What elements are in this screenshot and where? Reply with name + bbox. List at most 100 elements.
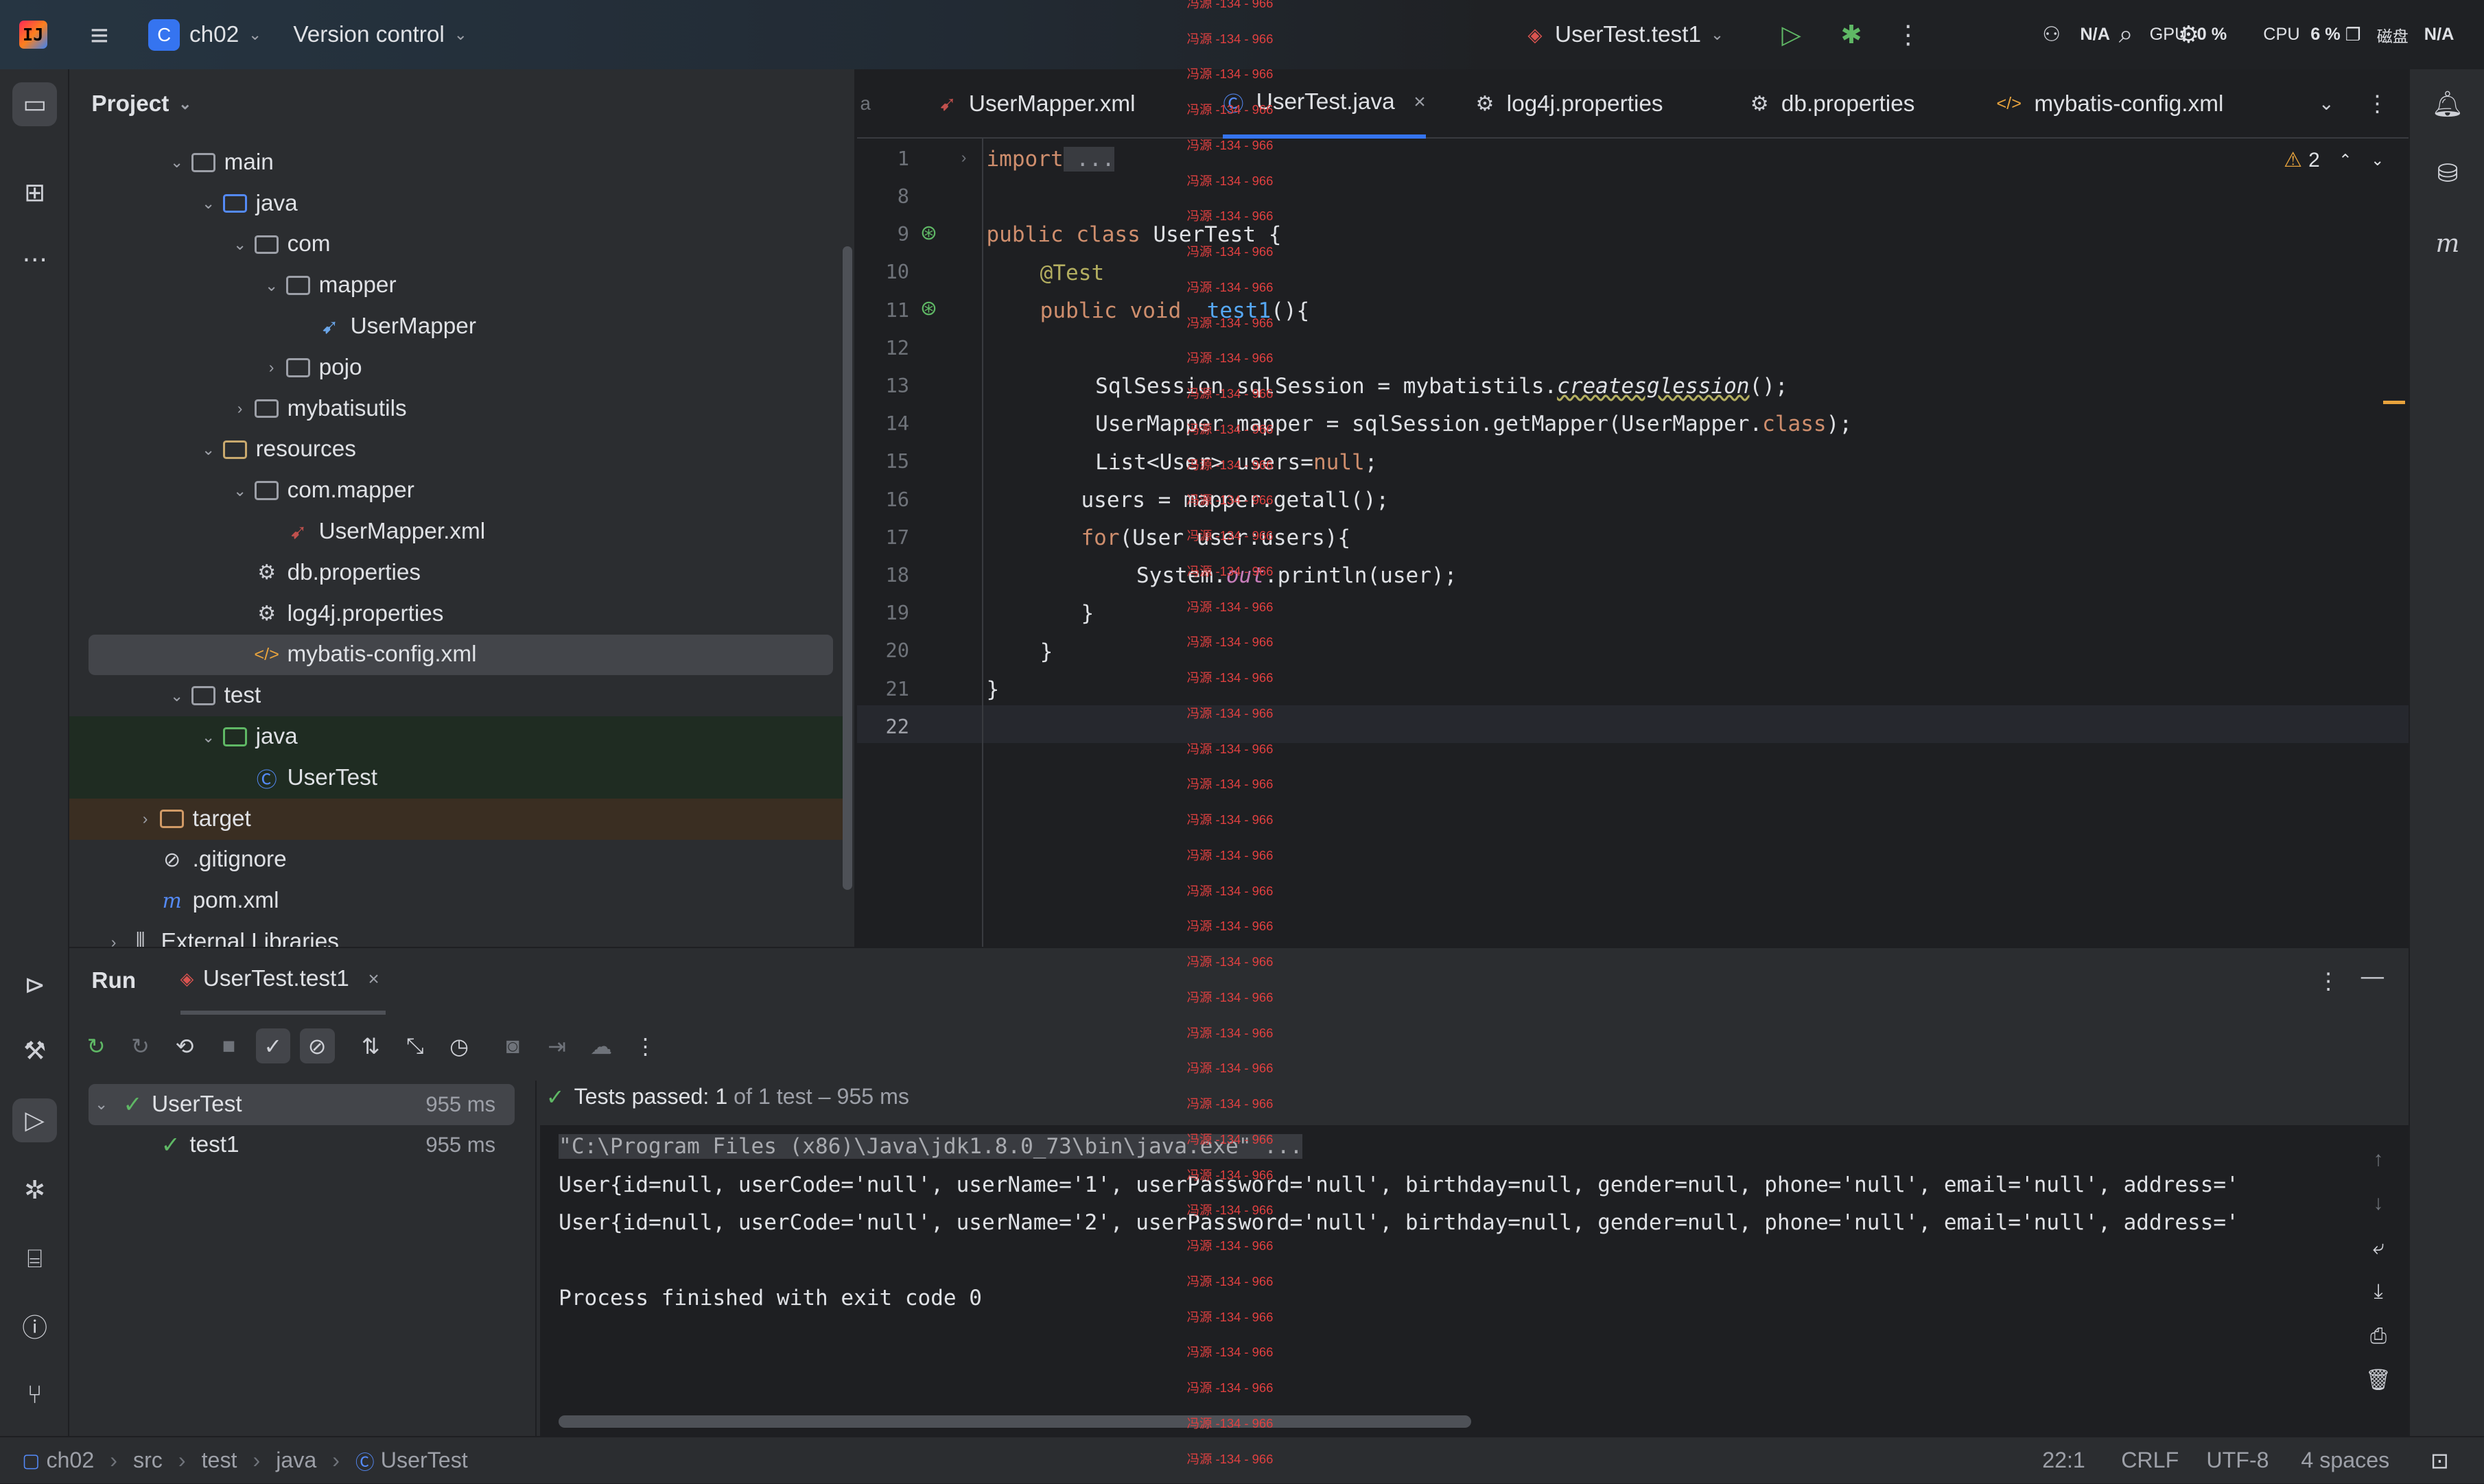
chevron-down-icon[interactable]: ⌄ xyxy=(164,153,189,172)
maven-icon[interactable]: m xyxy=(2426,221,2470,265)
tree-item[interactable]: m pom.xml xyxy=(69,880,852,921)
search-icon[interactable]: ⌕ xyxy=(2109,17,2144,52)
structure-icon[interactable]: ⊞ xyxy=(12,170,56,214)
tree-item[interactable]: ⌄ main xyxy=(69,142,852,183)
console-hscrollbar[interactable] xyxy=(559,1415,1471,1428)
tree-item[interactable]: ⊘ .gitignore xyxy=(69,840,852,881)
tree-item[interactable]: › mybatisutils xyxy=(69,388,852,429)
database-icon[interactable]: ⛁ xyxy=(2426,152,2470,196)
collapse-icon[interactable]: ⤡ xyxy=(398,1028,433,1063)
tree-item[interactable]: ⌄ mapper xyxy=(69,265,852,306)
debug-icon[interactable]: ✱ xyxy=(1834,17,1869,52)
run-tool-icon[interactable]: ▷ xyxy=(12,1098,57,1143)
run-icon[interactable]: ▷ xyxy=(1774,17,1809,52)
inspection-widget[interactable]: ⚠ 2 ⌃ ⌄ xyxy=(2284,148,2384,172)
indent-setting[interactable]: 4 spaces xyxy=(2301,1448,2389,1473)
editor-tab[interactable]: ➹ UserMapper.xml xyxy=(939,69,1135,139)
tree-item[interactable]: ➹ UserMapper.xml xyxy=(69,511,852,552)
editor-tab[interactable]: ⚙ log4j.properties xyxy=(1475,69,1663,139)
chevron-down-icon[interactable]: ⌄ xyxy=(2371,151,2384,169)
camera-icon[interactable]: ◙ xyxy=(495,1028,530,1063)
breadcrumb-item[interactable]: UserTest xyxy=(381,1448,468,1473)
more-icon[interactable]: ⋮ xyxy=(628,1028,663,1063)
caret-position[interactable]: 22:1 xyxy=(2042,1448,2085,1473)
close-icon[interactable]: × xyxy=(368,968,379,990)
tree-item[interactable]: ⌄ com.mapper xyxy=(69,470,852,511)
rerun-icon[interactable]: ↻ xyxy=(79,1028,114,1063)
editor-tab[interactable]: </> mybatis-config.xml xyxy=(1996,69,2223,139)
line-separator[interactable]: CRLF xyxy=(2121,1448,2179,1473)
chevron-down-icon[interactable]: ⌄ xyxy=(95,1095,123,1114)
project-panel-header[interactable]: Project ⌄ xyxy=(69,69,854,139)
run-config-selector[interactable]: ◈ UserTest.test1 ⌄ xyxy=(1527,22,1724,48)
chevron-down-icon[interactable]: ⌄ xyxy=(196,728,221,746)
print-icon[interactable]: ⎙ xyxy=(2361,1315,2396,1358)
export-icon[interactable]: ⇥ xyxy=(539,1028,574,1063)
toggle-auto-test-icon[interactable]: ⟲ xyxy=(167,1028,202,1063)
chevron-down-icon[interactable]: ⌄ xyxy=(227,482,253,500)
file-encoding[interactable]: UTF-8 xyxy=(2206,1448,2269,1473)
minimize-icon[interactable]: — xyxy=(2361,964,2384,990)
run-test-gutter-icon[interactable]: ⊛ xyxy=(920,221,937,245)
down-arrow-icon[interactable]: ↓ xyxy=(2361,1181,2396,1225)
more-actions-icon[interactable]: ⋮ xyxy=(1890,17,1925,52)
chevron-down-icon[interactable]: ⌄ xyxy=(227,235,253,254)
vcs-menu[interactable]: Version control ⌄ xyxy=(293,22,467,48)
up-arrow-icon[interactable]: ↑ xyxy=(2361,1138,2396,1181)
close-icon[interactable]: × xyxy=(1414,91,1425,114)
sort-icon[interactable]: ⇅ xyxy=(353,1028,388,1063)
coverage-icon[interactable]: ☁ xyxy=(584,1028,619,1063)
chevron-right-icon[interactable]: › xyxy=(227,399,253,418)
chevron-right-icon[interactable]: › xyxy=(259,358,284,377)
project-switcher[interactable]: C ch02 ⌄ xyxy=(148,19,261,51)
scroll-to-end-icon[interactable]: ⤓ xyxy=(2361,1270,2396,1314)
test-item[interactable]: ✓ test1 955 ms xyxy=(89,1125,515,1166)
tree-item[interactable]: ⚙ log4j.properties xyxy=(69,593,852,635)
tree-item[interactable]: </> mybatis-config.xml xyxy=(88,634,834,676)
breadcrumb-item[interactable]: java xyxy=(276,1448,316,1473)
chevron-up-icon[interactable]: ⌃ xyxy=(2339,151,2352,169)
chevron-right-icon[interactable]: › xyxy=(101,933,126,947)
tree-item[interactable]: ⌄ java xyxy=(69,716,852,757)
chevron-down-icon[interactable]: ⌄ xyxy=(259,276,284,295)
history-icon[interactable]: ◷ xyxy=(442,1028,477,1063)
show-ignored-icon[interactable]: ⊘ xyxy=(299,1028,335,1063)
breadcrumb-item[interactable]: test xyxy=(202,1448,237,1473)
soft-wrap-icon[interactable]: ⤶ xyxy=(2361,1226,2396,1270)
tree-item[interactable]: ⌄ test xyxy=(69,675,852,716)
trash-icon[interactable]: 🗑︎ xyxy=(2361,1358,2396,1402)
settings-icon[interactable]: ⚙ xyxy=(2178,21,2199,49)
debug-tool-icon[interactable]: ✲ xyxy=(12,1168,56,1212)
tree-item[interactable]: › ⫼ External Libraries xyxy=(69,921,852,947)
tree-item[interactable]: ⚙ db.properties xyxy=(69,552,852,593)
breadcrumb-item[interactable]: src xyxy=(133,1448,163,1473)
git-icon[interactable]: ⑂ xyxy=(12,1373,56,1417)
show-passed-icon[interactable]: ✓ xyxy=(255,1028,291,1063)
chevron-down-icon[interactable]: ⌄ xyxy=(196,440,221,459)
editor-tab[interactable]: ⚙ db.properties xyxy=(1750,69,1915,139)
tab-more-icon[interactable]: ⋮ xyxy=(2366,90,2389,117)
lock-icon[interactable]: ⊡ xyxy=(2430,1448,2449,1474)
tree-item[interactable]: ➹ UserMapper xyxy=(69,306,852,347)
chevron-down-icon[interactable]: ⌄ xyxy=(196,194,221,213)
run-tab[interactable]: ◈ UserTest.test1 × xyxy=(180,948,386,1015)
main-menu-icon[interactable]: ≡ xyxy=(82,17,117,53)
more-tools-icon[interactable]: ⋯ xyxy=(12,237,56,281)
warning-stripe-marker[interactable] xyxy=(2382,401,2406,404)
notifications-icon[interactable]: 🔔︎ xyxy=(2426,82,2470,126)
rerun-failed-icon[interactable]: ↻ xyxy=(123,1028,158,1063)
stop-icon[interactable]: ■ xyxy=(211,1028,246,1063)
tree-item[interactable]: › target xyxy=(69,798,852,840)
terminal-icon[interactable]: ⌸ xyxy=(12,1237,56,1281)
profile-icon[interactable]: ⚇ xyxy=(2042,23,2061,47)
breadcrumb-item[interactable]: ch02 xyxy=(46,1448,94,1473)
project-scrollbar[interactable] xyxy=(843,246,852,891)
fold-arrow-icon[interactable]: › xyxy=(961,148,967,167)
run-test-gutter-icon[interactable]: ⊛ xyxy=(920,296,937,320)
tree-item[interactable]: ⌄ com xyxy=(69,224,852,266)
chevron-right-icon[interactable]: › xyxy=(132,810,158,828)
tree-item[interactable]: ⌄ java xyxy=(69,183,852,224)
tree-item[interactable]: Ⓒ UserTest xyxy=(69,757,852,799)
tree-item[interactable]: › pojo xyxy=(69,347,852,388)
tree-item[interactable]: ⌄ resources xyxy=(69,429,852,471)
